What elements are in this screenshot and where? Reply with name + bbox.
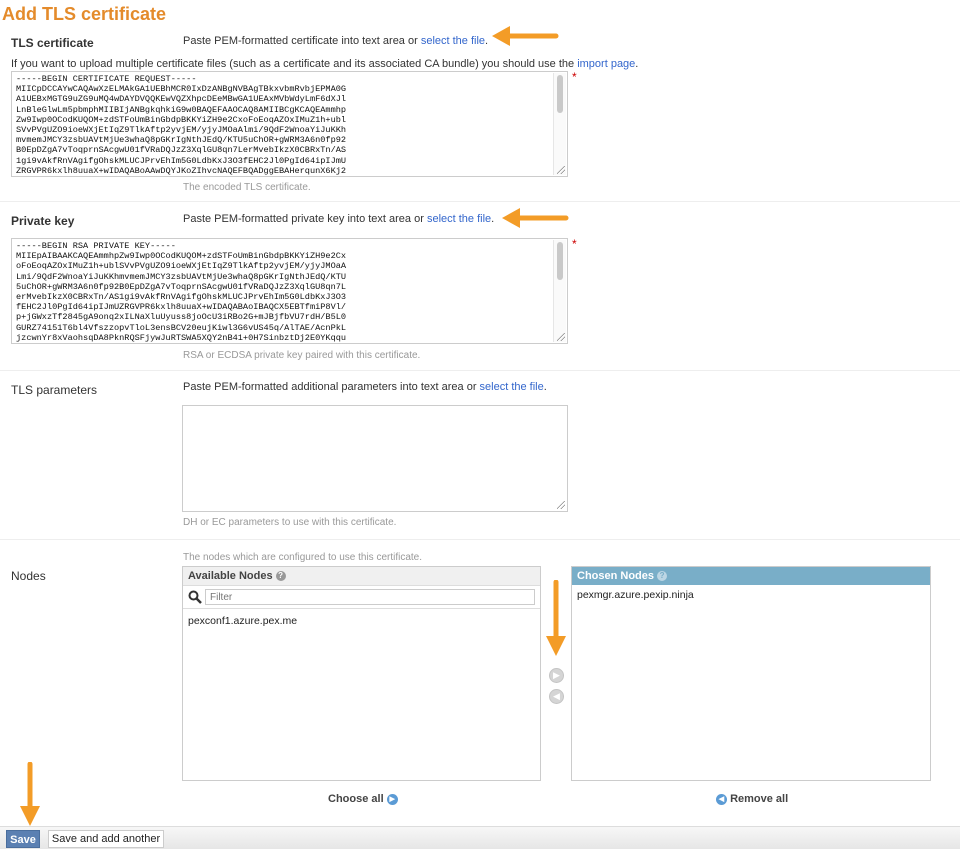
list-item[interactable]: pexconf1.azure.pex.me — [183, 613, 540, 629]
add-node-button[interactable]: ▶ — [549, 668, 564, 683]
section-divider — [0, 201, 960, 202]
private-key-help-text: Paste PEM-formatted private key into tex… — [183, 213, 427, 225]
tls-certificate-label: TLS certificate — [11, 36, 94, 50]
private-key-scrollbar[interactable] — [553, 240, 566, 342]
chosen-nodes-list[interactable]: pexmgr.azure.pexip.ninja — [572, 585, 930, 603]
remove-all-link[interactable]: ◀ Remove all — [716, 793, 788, 805]
section-divider — [0, 539, 960, 540]
filter-input[interactable] — [205, 589, 535, 605]
available-nodes-title: Available Nodes — [188, 570, 273, 582]
orange-arrow-icon — [546, 580, 566, 656]
remove-node-button[interactable]: ◀ — [549, 689, 564, 704]
multi-cert-help-text: If you want to upload multiple certifica… — [11, 58, 578, 70]
tls-certificate-select-file-link[interactable]: select the file — [421, 35, 485, 47]
required-marker: * — [572, 237, 577, 251]
required-marker: * — [572, 70, 577, 84]
save-button[interactable]: Save — [6, 830, 40, 848]
orange-arrow-icon — [20, 762, 40, 826]
tls-certificate-help-suffix: . — [485, 35, 489, 47]
multi-cert-help-suffix: . — [635, 58, 639, 70]
private-key-textarea[interactable]: -----BEGIN RSA PRIVATE KEY----- MIIEpAIB… — [11, 238, 568, 344]
available-nodes-list[interactable]: pexconf1.azure.pex.me — [183, 609, 540, 629]
nodes-label: Nodes — [11, 569, 46, 583]
available-nodes-box: Available Nodes? pexconf1.azure.pex.me — [182, 566, 541, 781]
question-icon[interactable]: ? — [275, 571, 286, 582]
tls-certificate-text: -----BEGIN CERTIFICATE REQUEST----- MIIC… — [16, 74, 347, 176]
resize-grip-icon[interactable] — [557, 166, 565, 174]
orange-arrow-icon — [502, 208, 569, 228]
tls-parameters-label: TLS parameters — [11, 383, 98, 397]
chosen-nodes-box: Chosen Nodes? pexmgr.azure.pexip.ninja — [571, 566, 931, 781]
tls-parameters-help-suffix: . — [543, 381, 547, 393]
orange-arrow-icon — [492, 26, 559, 46]
private-key-text: -----BEGIN RSA PRIVATE KEY----- MIIEpAIB… — [16, 241, 347, 343]
private-key-select-file-link[interactable]: select the file — [427, 213, 491, 225]
tls-parameters-textarea[interactable] — [182, 405, 568, 512]
tls-certificate-scroll-thumb[interactable] — [557, 75, 563, 113]
private-key-scroll-thumb[interactable] — [557, 242, 563, 280]
private-key-help: Paste PEM-formatted private key into tex… — [183, 213, 494, 225]
remove-all-label: Remove all — [730, 793, 789, 805]
arrow-right-circle-icon: ▶ — [553, 670, 560, 680]
list-item[interactable]: pexmgr.azure.pexip.ninja — [572, 587, 930, 603]
magnifier-icon — [188, 590, 202, 604]
import-page-link[interactable]: import page — [577, 58, 635, 70]
tls-certificate-textarea[interactable]: -----BEGIN CERTIFICATE REQUEST----- MIIC… — [11, 71, 568, 177]
arrow-left-circle-icon: ◀ — [553, 691, 560, 701]
tls-parameters-description: DH or EC parameters to use with this cer… — [183, 517, 397, 528]
multi-cert-help: If you want to upload multiple certifica… — [11, 58, 638, 70]
tls-certificate-help: Paste PEM-formatted certificate into tex… — [183, 35, 488, 47]
chosen-nodes-header: Chosen Nodes? — [572, 567, 930, 585]
tls-certificate-help-text: Paste PEM-formatted certificate into tex… — [183, 35, 421, 47]
private-key-help-suffix: . — [491, 213, 495, 225]
page-title: Add TLS certificate — [2, 4, 167, 24]
resize-grip-icon[interactable] — [557, 333, 565, 341]
resize-grip-icon[interactable] — [557, 501, 565, 509]
available-nodes-header: Available Nodes? — [183, 567, 540, 586]
tls-parameters-help-text: Paste PEM-formatted additional parameter… — [183, 381, 480, 393]
tls-parameters-select-file-link[interactable]: select the file — [480, 381, 544, 393]
arrow-left-circle-icon: ◀ — [716, 793, 727, 805]
choose-all-link[interactable]: Choose all ▶ — [328, 793, 398, 805]
tls-certificate-scrollbar[interactable] — [553, 73, 566, 175]
tls-parameters-text — [183, 406, 567, 410]
private-key-label: Private key — [11, 214, 75, 228]
choose-all-label: Choose all — [328, 793, 384, 805]
private-key-description: RSA or ECDSA private key paired with thi… — [183, 350, 421, 361]
nodes-description: The nodes which are configured to use th… — [183, 552, 423, 563]
tls-certificate-description: The encoded TLS certificate. — [183, 182, 311, 193]
save-and-add-another-button[interactable]: Save and add another — [48, 830, 164, 848]
tls-parameters-help: Paste PEM-formatted additional parameter… — [183, 381, 547, 393]
section-divider — [0, 370, 960, 371]
chosen-nodes-title: Chosen Nodes — [577, 570, 655, 582]
question-icon[interactable]: ? — [657, 571, 668, 582]
arrow-right-circle-icon: ▶ — [386, 793, 398, 805]
filter-row — [183, 586, 540, 609]
